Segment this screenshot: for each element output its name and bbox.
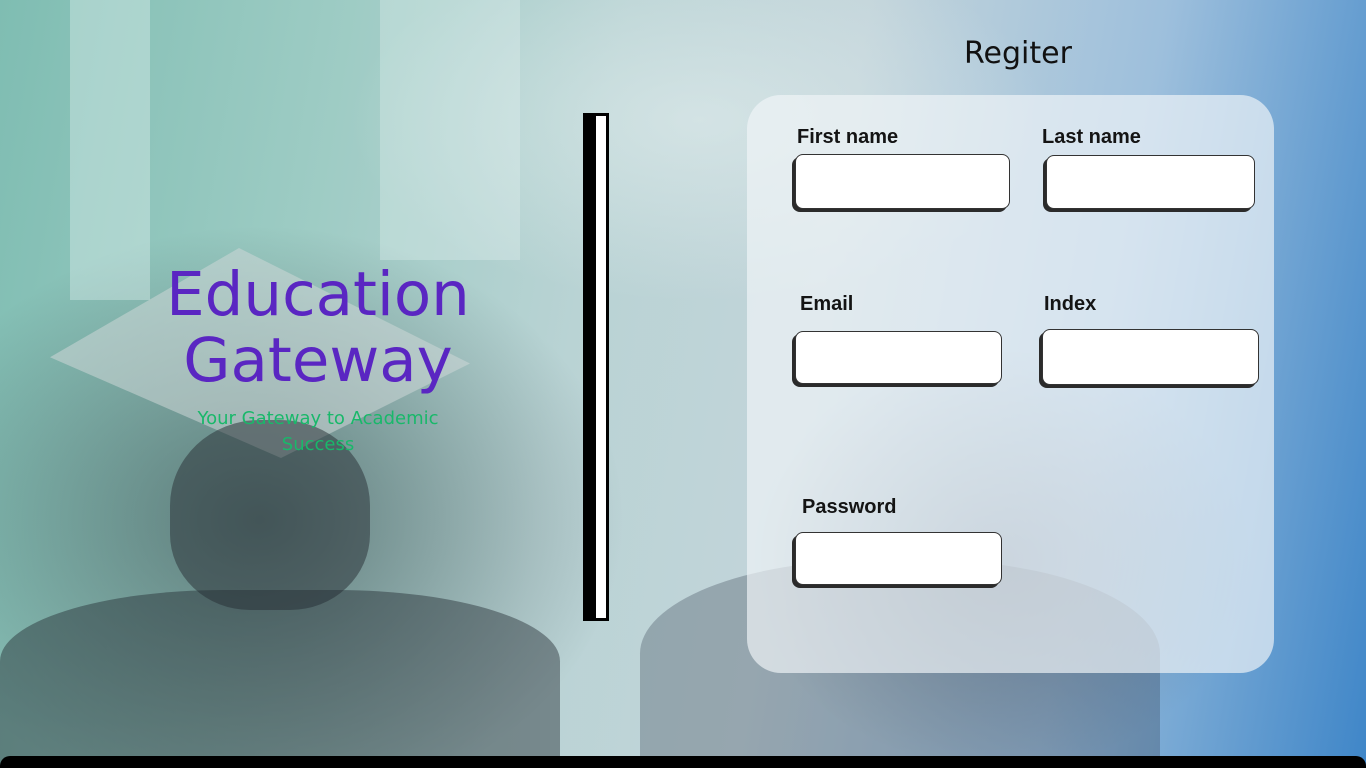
first-name-label: First name — [797, 126, 899, 148]
password-input[interactable] — [795, 532, 1002, 585]
background-photo-pillar — [380, 0, 520, 260]
register-title: Regiter — [964, 36, 1072, 71]
brand-title: Education Gateway — [118, 262, 518, 394]
brand-block: Education Gateway Your Gateway to Academ… — [118, 262, 518, 458]
brand-title-line-1: Education — [166, 259, 470, 330]
last-name-input[interactable] — [1046, 155, 1255, 209]
email-label: Email — [800, 293, 854, 315]
vertical-divider-stripe — [596, 116, 606, 618]
background-photo-pillar — [70, 0, 150, 300]
background-graduate-gown — [0, 590, 560, 768]
brand-title-line-2: Gateway — [183, 325, 453, 396]
bottom-bar — [0, 756, 1366, 768]
index-label: Index — [1044, 293, 1097, 315]
last-name-label: Last name — [1042, 126, 1141, 148]
email-input[interactable] — [795, 331, 1002, 384]
vertical-divider — [583, 113, 609, 621]
first-name-input[interactable] — [795, 154, 1010, 209]
password-label: Password — [802, 496, 897, 518]
index-input[interactable] — [1042, 329, 1259, 385]
brand-tagline: Your Gateway to Academic Success — [197, 408, 439, 455]
